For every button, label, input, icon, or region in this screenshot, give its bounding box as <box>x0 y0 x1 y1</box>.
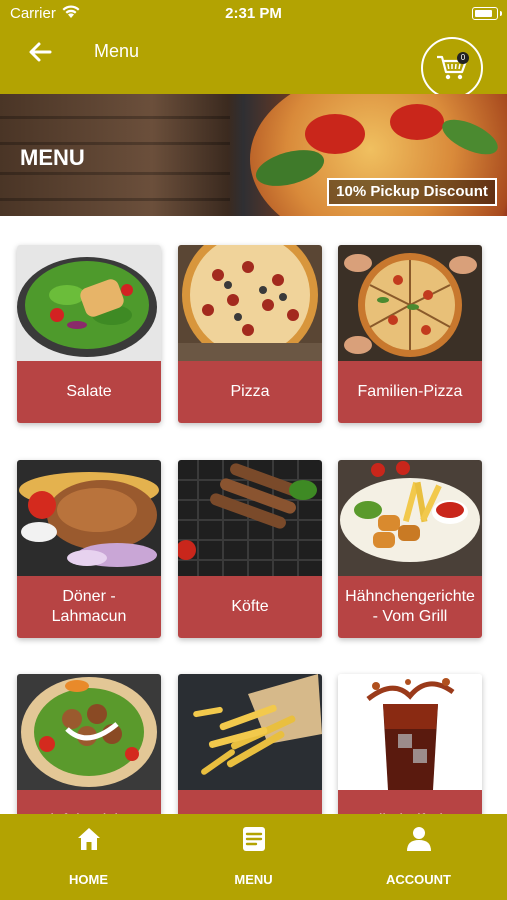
category-card-koefte[interactable]: Köfte <box>178 460 322 638</box>
bottom-tab-bar: HOME MENU ACCOUNT <box>0 814 507 900</box>
home-icon <box>78 828 100 850</box>
category-label: Salate <box>17 361 161 423</box>
category-image <box>17 674 161 790</box>
discount-badge: 10% Pickup Discount <box>327 178 497 206</box>
tab-label: ACCOUNT <box>386 872 451 887</box>
battery-icon <box>472 7 502 20</box>
category-card-doener-lahmacun[interactable]: Döner - Lahmacun <box>17 460 161 638</box>
status-time: 2:31 PM <box>225 5 282 22</box>
category-label: Hähnchengerichte - Vom Grill <box>338 576 482 638</box>
category-image <box>178 245 322 361</box>
category-card-alkoholfreie[interactable]: Alkoholfreie <box>338 674 482 814</box>
category-image <box>17 245 161 361</box>
category-label: Falafelgerichte - <box>17 790 161 814</box>
page-title: Menu <box>94 41 140 61</box>
category-label: Pizza <box>178 361 322 423</box>
tab-label: MENU <box>234 872 273 887</box>
category-card-haehnchengerichte[interactable]: Hähnchengerichte - Vom Grill <box>338 460 482 638</box>
wood-grain <box>0 172 230 175</box>
cart-count-badge: 0 <box>457 52 469 64</box>
category-image <box>178 674 322 790</box>
category-label: Köfte <box>178 576 322 638</box>
category-grid: Salate Pizza Familien-Pizza Döner - Lahm… <box>0 216 507 814</box>
category-card[interactable] <box>178 674 322 814</box>
app-header: Carrier 2:31 PM Menu 0 <box>0 0 507 99</box>
cart-button[interactable]: 0 <box>421 37 483 99</box>
tab-account[interactable]: ACCOUNT <box>334 814 503 900</box>
tab-home[interactable]: HOME <box>4 814 173 900</box>
user-icon <box>407 827 431 851</box>
tomato-slice <box>390 104 444 140</box>
wood-grain <box>0 116 230 119</box>
banner-heading: MENU <box>20 145 85 170</box>
tab-label: HOME <box>69 872 108 887</box>
status-bar: Carrier 2:31 PM <box>0 0 507 28</box>
category-label: Familien-Pizza <box>338 361 482 423</box>
category-card-salate[interactable]: Salate <box>17 245 161 423</box>
menu-list-icon <box>243 827 265 851</box>
arrow-left-icon[interactable] <box>26 38 54 66</box>
tomato-slice <box>305 114 365 154</box>
category-image <box>17 460 161 576</box>
category-image <box>338 460 482 576</box>
category-image <box>338 245 482 361</box>
category-label <box>178 790 322 814</box>
category-card-familien-pizza[interactable]: Familien-Pizza <box>338 245 482 423</box>
category-label: Döner - Lahmacun <box>17 576 161 638</box>
wood-grain <box>0 198 230 201</box>
menu-banner: MENU 10% Pickup Discount <box>0 94 507 216</box>
category-image <box>178 460 322 576</box>
category-image <box>338 674 482 790</box>
category-card-pizza[interactable]: Pizza <box>178 245 322 423</box>
category-label: Alkoholfreie <box>338 790 482 814</box>
tab-menu[interactable]: MENU <box>169 814 338 900</box>
category-card-falafelgerichte[interactable]: Falafelgerichte - <box>17 674 161 814</box>
